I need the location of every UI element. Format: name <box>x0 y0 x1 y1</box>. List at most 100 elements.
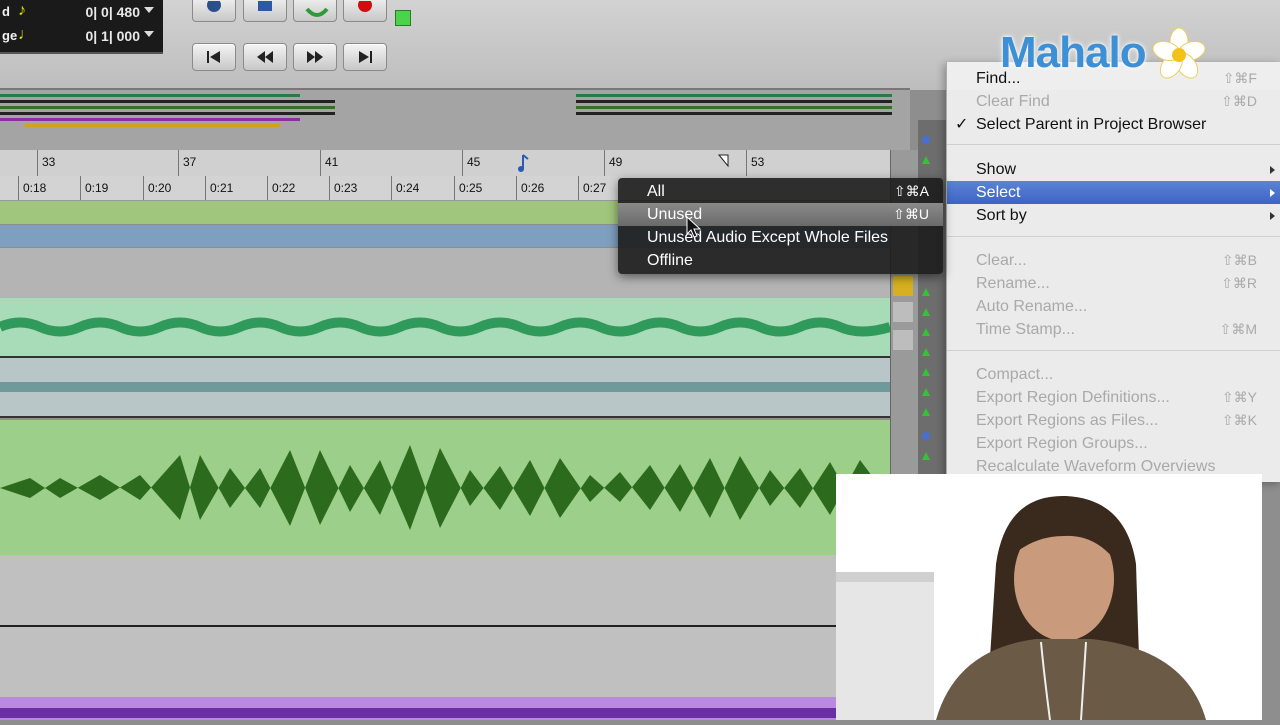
bar-tick: 53 <box>746 150 764 176</box>
submenu-item-label: Unused Audio Except Whole Files <box>647 229 889 246</box>
menu-item-rename[interactable]: Rename... ⇧⌘R <box>947 272 1280 295</box>
time-tick: 0:27 <box>578 176 606 200</box>
audio-track-purple[interactable] <box>0 697 890 720</box>
menu-item-label: Show <box>976 161 1017 178</box>
menu-item-label: Clear Find <box>976 93 1050 110</box>
menu-item-show[interactable]: Show <box>947 158 1280 181</box>
menu-item-label: Export Region Definitions... <box>976 389 1170 406</box>
menu-item-label: Export Regions as Files... <box>976 412 1159 429</box>
overview-line <box>25 124 280 127</box>
webcam-overlay <box>836 474 1262 721</box>
menu-item-sort-by[interactable]: Sort by <box>947 204 1280 227</box>
menu-item-label: Select <box>976 184 1021 201</box>
menu-item-shortcut: ⇧⌘F <box>1222 70 1257 86</box>
return-to-zero-button[interactable] <box>192 43 236 71</box>
time-tick: 0:23 <box>329 176 357 200</box>
submenu-item-label: All <box>647 183 665 200</box>
go-to-end-button[interactable] <box>343 43 387 71</box>
time-tick: 0:25 <box>454 176 482 200</box>
menu-item-shortcut: ⇧⌘R <box>1221 275 1257 291</box>
note-icon: ♩ <box>18 26 34 43</box>
return-to-zero-icon <box>207 51 220 63</box>
dropdown-arrow-icon[interactable] <box>144 7 154 13</box>
submenu-item-unused[interactable]: Unused ⇧⌘U <box>618 203 943 226</box>
time-tick: 0:22 <box>267 176 295 200</box>
menu-item-select-parent[interactable]: ✓ Select Parent in Project Browser <box>947 113 1280 136</box>
time-tick: 0:26 <box>516 176 544 200</box>
online-button[interactable] <box>192 0 236 22</box>
presenter-video <box>836 495 1206 721</box>
go-to-end-icon <box>359 51 372 63</box>
menu-item-select[interactable]: Select <box>947 181 1280 204</box>
marker-flag-icon[interactable] <box>718 154 730 168</box>
menu-separator <box>947 350 1280 351</box>
counter-row-1[interactable]: d ♪ 0| 0| 480 <box>0 1 160 23</box>
mouse-cursor-icon <box>686 216 702 238</box>
rewind-icon <box>257 51 273 63</box>
menu-item-shortcut: ⇧⌘M <box>1219 321 1257 337</box>
audio-track-2[interactable] <box>0 358 890 418</box>
counter-row-2-label: ge <box>2 28 18 43</box>
waveform <box>0 708 890 718</box>
menu-item-clear[interactable]: Clear... ⇧⌘B <box>947 249 1280 272</box>
record-icon <box>358 1 372 12</box>
mahalo-logo: Mahalo <box>1000 28 1206 79</box>
record-button[interactable] <box>343 0 387 22</box>
mahalo-wordmark: Mahalo <box>1000 28 1147 77</box>
menu-item-label: Clear... <box>976 252 1027 269</box>
audio-track-3[interactable] <box>0 420 890 555</box>
overview-line <box>0 100 335 103</box>
bars-beats-ruler[interactable]: 33 37 41 45 49 53 <box>0 150 890 177</box>
bar-tick: 45 <box>462 150 480 176</box>
audio-track-1[interactable] <box>0 298 892 358</box>
time-tick: 0:20 <box>143 176 171 200</box>
session-overview[interactable] <box>0 88 910 152</box>
submenu-item-unused-audio-except-whole-files[interactable]: Unused Audio Except Whole Files <box>618 226 943 249</box>
menu-item-export-region-definitions[interactable]: Export Region Definitions... ⇧⌘Y <box>947 386 1280 409</box>
play-loop-button[interactable] <box>293 0 337 22</box>
loop-icon <box>305 7 329 17</box>
bar-tick: 49 <box>604 150 622 176</box>
expand-icon[interactable] <box>893 302 913 322</box>
menu-item-compact[interactable]: Compact... <box>947 363 1280 386</box>
counter-row-2[interactable]: ge ♩ 0| 1| 000 <box>0 25 160 47</box>
menu-item-clear-find[interactable]: Clear Find ⇧⌘D <box>947 90 1280 113</box>
region-list-menu: Find... ⇧⌘F Clear Find ⇧⌘D ✓ Select Pare… <box>946 62 1280 482</box>
counter-row-2-value: 0| 1| 000 <box>85 28 140 44</box>
submenu-item-offline[interactable]: Offline <box>618 249 943 272</box>
menu-item-export-regions-as-files[interactable]: Export Regions as Files... ⇧⌘K <box>947 409 1280 432</box>
menu-item-shortcut: ⇧⌘D <box>1221 93 1257 109</box>
fast-forward-icon <box>307 51 323 63</box>
submenu-arrow-icon <box>1270 189 1275 197</box>
stop-button[interactable] <box>243 0 287 22</box>
submenu-arrow-icon <box>1270 166 1275 174</box>
submenu-item-shortcut: ⇧⌘A <box>893 183 929 199</box>
menu-item-label: Time Stamp... <box>976 321 1075 338</box>
plumeria-flower-icon <box>1152 28 1206 79</box>
menu-item-time-stamp[interactable]: Time Stamp... ⇧⌘M <box>947 318 1280 341</box>
menu-item-shortcut: ⇧⌘B <box>1221 252 1257 268</box>
empty-track-1[interactable] <box>0 555 890 627</box>
dropdown-arrow-icon[interactable] <box>144 31 154 37</box>
rewind-button[interactable] <box>243 43 287 71</box>
menu-separator <box>947 144 1280 145</box>
zoom-icon[interactable] <box>893 330 913 350</box>
time-tick: 0:18 <box>18 176 46 200</box>
menu-separator <box>947 236 1280 237</box>
submenu-item-all[interactable]: All ⇧⌘A <box>618 180 943 203</box>
empty-track-2[interactable] <box>0 627 890 697</box>
bar-tick: 37 <box>178 150 196 176</box>
waveform <box>0 445 890 530</box>
select-submenu: All ⇧⌘A Unused ⇧⌘U Unused Audio Except W… <box>618 178 943 274</box>
status-led-icon <box>395 10 411 26</box>
menu-item-label: Compact... <box>976 366 1054 383</box>
menu-item-label: Rename... <box>976 275 1050 292</box>
overview-line <box>576 106 892 109</box>
fast-forward-button[interactable] <box>293 43 337 71</box>
tempo-marker-icon[interactable] <box>516 153 530 173</box>
overview-line <box>0 106 335 109</box>
sort-az-icon[interactable] <box>893 276 913 296</box>
submenu-item-shortcut: ⇧⌘U <box>893 206 929 222</box>
menu-item-auto-rename[interactable]: Auto Rename... <box>947 295 1280 318</box>
menu-item-export-region-groups[interactable]: Export Region Groups... <box>947 432 1280 455</box>
